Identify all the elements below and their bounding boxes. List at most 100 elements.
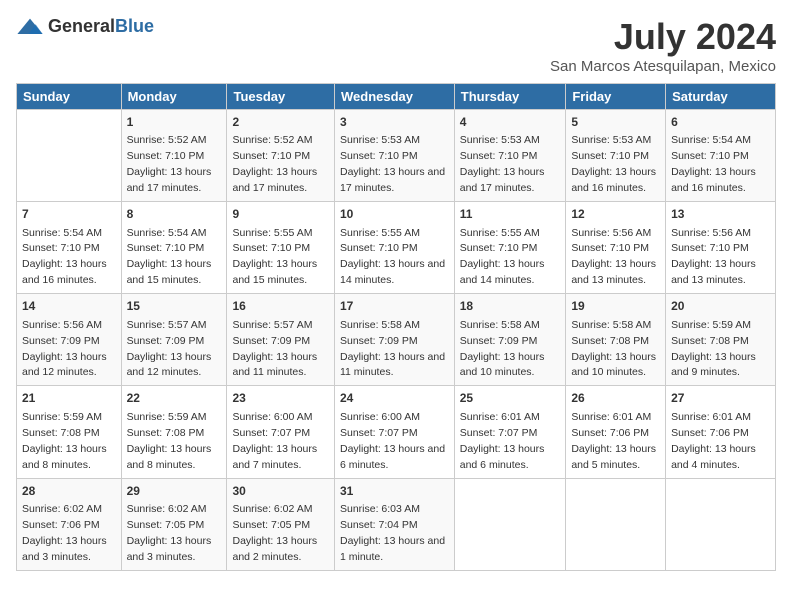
- sunset-info: Sunset: 7:10 PM: [127, 150, 205, 162]
- sunrise-info: Sunrise: 5:53 AM: [460, 134, 540, 146]
- calendar-cell: 4Sunrise: 5:53 AMSunset: 7:10 PMDaylight…: [454, 110, 566, 202]
- calendar-cell: 11Sunrise: 5:55 AMSunset: 7:10 PMDayligh…: [454, 202, 566, 294]
- day-number: 16: [232, 298, 329, 315]
- daylight-info: Daylight: 13 hours and 2 minutes.: [232, 535, 317, 563]
- calendar-cell: 1Sunrise: 5:52 AMSunset: 7:10 PMDaylight…: [121, 110, 227, 202]
- daylight-info: Daylight: 13 hours and 16 minutes.: [671, 166, 756, 194]
- daylight-info: Daylight: 13 hours and 12 minutes.: [127, 351, 212, 379]
- subtitle: San Marcos Atesquilapan, Mexico: [550, 58, 776, 75]
- sunrise-info: Sunrise: 5:59 AM: [22, 411, 102, 423]
- calendar-cell: 23Sunrise: 6:00 AMSunset: 7:07 PMDayligh…: [227, 386, 335, 478]
- day-number: 26: [571, 390, 660, 407]
- calendar-cell: 3Sunrise: 5:53 AMSunset: 7:10 PMDaylight…: [334, 110, 454, 202]
- sunrise-info: Sunrise: 5:54 AM: [671, 134, 751, 146]
- week-row-3: 14 Sunrise: 5:56 AM Sunset: 7:09 PM Dayligh…: [17, 294, 776, 386]
- sunset-info: Sunset: 7:05 PM: [232, 519, 310, 531]
- week-row-5: 28 Sunrise: 6:02 AM Sunset: 7:06 PM Dayligh…: [17, 478, 776, 570]
- sunset-info: Sunset: 7:10 PM: [340, 242, 418, 254]
- sunrise-info: Sunrise: 6:02 AM: [127, 503, 207, 515]
- sunrise-info: Sunrise: 5:57 AM: [232, 319, 312, 331]
- day-number: 10: [340, 206, 449, 223]
- sunrise-info: Sunrise: 6:03 AM: [340, 503, 420, 515]
- sunrise-info: Sunrise: 6:01 AM: [671, 411, 751, 423]
- logo-blue: Blue: [115, 16, 154, 37]
- sunset-info: Sunset: 7:09 PM: [22, 335, 100, 347]
- sunset-info: Sunset: 7:06 PM: [571, 427, 649, 439]
- header-cell-saturday: Saturday: [666, 84, 776, 110]
- sunrise-info: Sunrise: 5:54 AM: [22, 227, 102, 239]
- calendar-cell: 13Sunrise: 5:56 AMSunset: 7:10 PMDayligh…: [666, 202, 776, 294]
- calendar-cell: 9Sunrise: 5:55 AMSunset: 7:10 PMDaylight…: [227, 202, 335, 294]
- daylight-info: Daylight: 13 hours and 15 minutes.: [232, 258, 317, 286]
- calendar-header: SundayMondayTuesdayWednesdayThursdayFrid…: [17, 84, 776, 110]
- sunset-info: Sunset: 7:08 PM: [22, 427, 100, 439]
- sunset-info: Sunset: 7:10 PM: [232, 150, 310, 162]
- sunrise-info: Sunrise: 6:00 AM: [340, 411, 420, 423]
- calendar-cell: 16Sunrise: 5:57 AMSunset: 7:09 PMDayligh…: [227, 294, 335, 386]
- calendar-cell: 24Sunrise: 6:00 AMSunset: 7:07 PMDayligh…: [334, 386, 454, 478]
- sunrise-info: Sunrise: 5:55 AM: [232, 227, 312, 239]
- calendar-cell: 10 Sunrise: 5:55 AM Sunset: 7:10 PM Dayligh…: [334, 202, 454, 294]
- logo-icon: [16, 17, 44, 37]
- logo: General Blue: [16, 16, 154, 37]
- sunrise-info: Sunrise: 5:56 AM: [671, 227, 751, 239]
- calendar-cell: 18Sunrise: 5:58 AMSunset: 7:09 PMDayligh…: [454, 294, 566, 386]
- sunset-info: Sunset: 7:10 PM: [671, 242, 749, 254]
- day-number: 23: [232, 390, 329, 407]
- sunset-info: Sunset: 7:06 PM: [671, 427, 749, 439]
- sunrise-info: Sunrise: 5:55 AM: [460, 227, 540, 239]
- calendar-cell: [454, 478, 566, 570]
- sunset-info: Sunset: 7:10 PM: [571, 150, 649, 162]
- header-cell-sunday: Sunday: [17, 84, 122, 110]
- day-number: 1: [127, 114, 222, 131]
- daylight-info: Daylight: 13 hours and 17 minutes.: [460, 166, 545, 194]
- calendar-cell: 6Sunrise: 5:54 AMSunset: 7:10 PMDaylight…: [666, 110, 776, 202]
- main-title: July 2024: [550, 16, 776, 58]
- daylight-info: Daylight: 13 hours and 3 minutes.: [22, 535, 107, 563]
- title-block: July 2024 San Marcos Atesquilapan, Mexic…: [550, 16, 776, 75]
- daylight-info: Daylight: 13 hours and 17 minutes.: [127, 166, 212, 194]
- calendar-cell: 31Sunrise: 6:03 AMSunset: 7:04 PMDayligh…: [334, 478, 454, 570]
- sunrise-info: Sunrise: 6:02 AM: [22, 503, 102, 515]
- daylight-info: Daylight: 13 hours and 15 minutes.: [127, 258, 212, 286]
- week-row-1: 1Sunrise: 5:52 AMSunset: 7:10 PMDaylight…: [17, 110, 776, 202]
- calendar-cell: 8Sunrise: 5:54 AMSunset: 7:10 PMDaylight…: [121, 202, 227, 294]
- calendar-cell: 22Sunrise: 5:59 AMSunset: 7:08 PMDayligh…: [121, 386, 227, 478]
- sunrise-info: Sunrise: 6:02 AM: [232, 503, 312, 515]
- day-number: 28: [22, 483, 116, 500]
- calendar-cell: 15Sunrise: 5:57 AMSunset: 7:09 PMDayligh…: [121, 294, 227, 386]
- sunset-info: Sunset: 7:07 PM: [460, 427, 538, 439]
- sunset-info: Sunset: 7:08 PM: [127, 427, 205, 439]
- sunrise-info: Sunrise: 5:55 AM: [340, 227, 420, 239]
- sunrise-info: Sunrise: 5:58 AM: [460, 319, 540, 331]
- day-number: 14: [22, 298, 116, 315]
- sunrise-info: Sunrise: 5:58 AM: [340, 319, 420, 331]
- daylight-info: Daylight: 13 hours and 6 minutes.: [460, 443, 545, 471]
- day-number: 17: [340, 298, 449, 315]
- day-number: 27: [671, 390, 770, 407]
- sunset-info: Sunset: 7:07 PM: [232, 427, 310, 439]
- calendar-table: SundayMondayTuesdayWednesdayThursdayFrid…: [16, 83, 776, 571]
- sunset-info: Sunset: 7:05 PM: [127, 519, 205, 531]
- day-number: 21: [22, 390, 116, 407]
- daylight-info: Daylight: 13 hours and 11 minutes.: [340, 351, 445, 379]
- calendar-cell: 27 Sunrise: 6:01 AM Sunset: 7:06 PM Dayligh…: [666, 386, 776, 478]
- sunset-info: Sunset: 7:10 PM: [340, 150, 418, 162]
- sunset-info: Sunset: 7:10 PM: [671, 150, 749, 162]
- day-number: 18: [460, 298, 561, 315]
- sunset-info: Sunset: 7:10 PM: [127, 242, 205, 254]
- sunrise-info: Sunrise: 5:56 AM: [22, 319, 102, 331]
- daylight-info: Daylight: 13 hours and 4 minutes.: [671, 443, 756, 471]
- sunrise-info: Sunrise: 5:54 AM: [127, 227, 207, 239]
- sunrise-info: Sunrise: 6:01 AM: [571, 411, 651, 423]
- day-number: 31: [340, 483, 449, 500]
- day-number: 25: [460, 390, 561, 407]
- calendar-cell: [666, 478, 776, 570]
- sunset-info: Sunset: 7:07 PM: [340, 427, 418, 439]
- calendar-cell: 17Sunrise: 5:58 AMSunset: 7:09 PMDayligh…: [334, 294, 454, 386]
- sunset-info: Sunset: 7:06 PM: [22, 519, 100, 531]
- sunset-info: Sunset: 7:10 PM: [460, 242, 538, 254]
- daylight-info: Daylight: 13 hours and 14 minutes.: [340, 258, 445, 286]
- sunrise-info: Sunrise: 6:00 AM: [232, 411, 312, 423]
- daylight-info: Daylight: 13 hours and 6 minutes.: [340, 443, 445, 471]
